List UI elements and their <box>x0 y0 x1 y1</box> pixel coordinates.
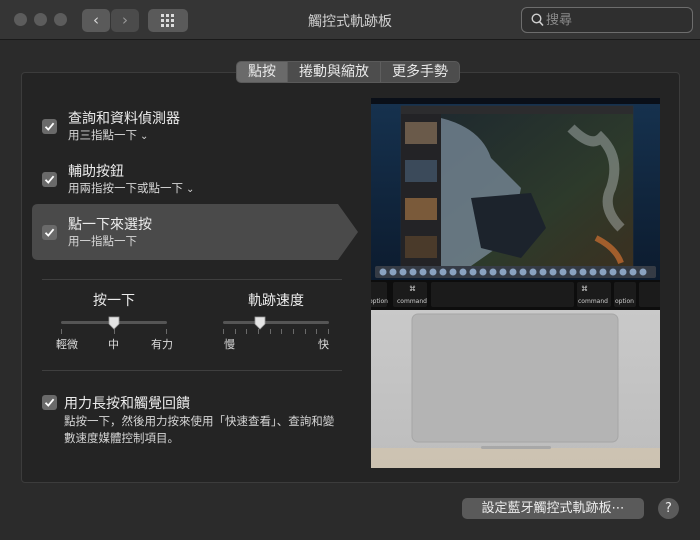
tab-more-gestures[interactable]: 更多手勢 <box>381 62 459 82</box>
speed-slider-thumb[interactable] <box>254 316 266 330</box>
macbook-preview-illustration <box>371 98 660 468</box>
search-input[interactable] <box>546 11 686 29</box>
checkmark-icon <box>44 398 55 407</box>
key-option-left: option <box>371 298 388 305</box>
tab-scroll-and-zoom[interactable]: 捲動與縮放 <box>288 62 381 82</box>
option-tap-to-click[interactable]: 點一下來選按 用一指點一下 <box>32 214 332 250</box>
force-click-description: 點按一下，然後用力按來使用「快速查看」、查詢和變數速度媒體控制項目。 <box>64 414 335 445</box>
key-command-right-symbol: ⌘ <box>581 285 588 293</box>
search-field[interactable] <box>521 7 693 33</box>
setup-bluetooth-trackpad-button[interactable]: 設定藍牙觸控式軌跡板⋯ <box>462 498 644 519</box>
speed-slider-max-label: 快 <box>318 338 329 351</box>
speed-slider-label: 軌跡速度 <box>248 293 304 309</box>
click-slider-label: 按一下 <box>93 293 135 309</box>
key-command-left-symbol: ⌘ <box>409 285 416 293</box>
checkbox-force-click[interactable] <box>42 395 57 410</box>
speed-slider-track[interactable] <box>223 321 329 324</box>
divider <box>42 279 342 280</box>
option-lookup-subtitle: 用三指點一下 <box>68 128 137 142</box>
speed-slider-min-label: 慢 <box>224 338 235 351</box>
chevron-down-icon: ⌄ <box>186 184 195 195</box>
option-lookup-gesture[interactable]: 用三指點一下 ⌄ <box>68 127 148 143</box>
click-slider-thumb[interactable] <box>108 316 120 330</box>
key-command-left: command <box>397 298 427 305</box>
click-slider-min-label: 輕微 <box>56 338 78 351</box>
option-secondary-click-subtitle: 用兩指按一下或點一下 <box>68 181 183 195</box>
checkmark-icon <box>44 228 55 237</box>
chevron-down-icon: ⌄ <box>140 131 149 142</box>
option-secondary-click[interactable]: 輔助按鈕 用兩指按一下或點一下 ⌄ <box>32 161 332 197</box>
title-bar: ‹ › 觸控式軌跡板 <box>0 0 700 40</box>
option-secondary-click-gesture[interactable]: 用兩指按一下或點一下 ⌄ <box>68 180 194 196</box>
speed-slider-ticks <box>223 329 329 334</box>
divider <box>42 370 342 371</box>
help-button[interactable]: ? <box>658 498 679 519</box>
option-lookup[interactable]: 查詢和資料偵測器 用三指點一下 ⌄ <box>32 108 332 144</box>
checkmark-icon <box>44 122 55 131</box>
checkbox-lookup[interactable] <box>42 119 57 134</box>
key-option-right: option <box>615 298 634 305</box>
click-slider-mid-label: 中 <box>108 338 119 351</box>
key-command-right: command <box>578 298 608 305</box>
tab-point-and-click[interactable]: 點按 <box>237 62 288 82</box>
search-icon <box>531 13 544 27</box>
checkbox-secondary-click[interactable] <box>42 172 57 187</box>
option-tap-to-click-title: 點一下來選按 <box>68 217 152 233</box>
option-lookup-title: 查詢和資料偵測器 <box>68 111 180 127</box>
force-click-title: 用力長按和觸覺回饋 <box>64 396 190 412</box>
option-tap-to-click-subtitle: 用一指點一下 <box>68 234 137 248</box>
checkmark-icon <box>44 175 55 184</box>
click-slider-max-label: 有力 <box>151 338 173 351</box>
option-secondary-click-title: 輔助按鈕 <box>68 164 124 180</box>
tab-bar: 點按 捲動與縮放 更多手勢 <box>236 61 460 83</box>
gesture-preview-video: option ⌘ command ⌘ command option <box>371 98 660 468</box>
checkbox-tap-to-click[interactable] <box>42 225 57 240</box>
